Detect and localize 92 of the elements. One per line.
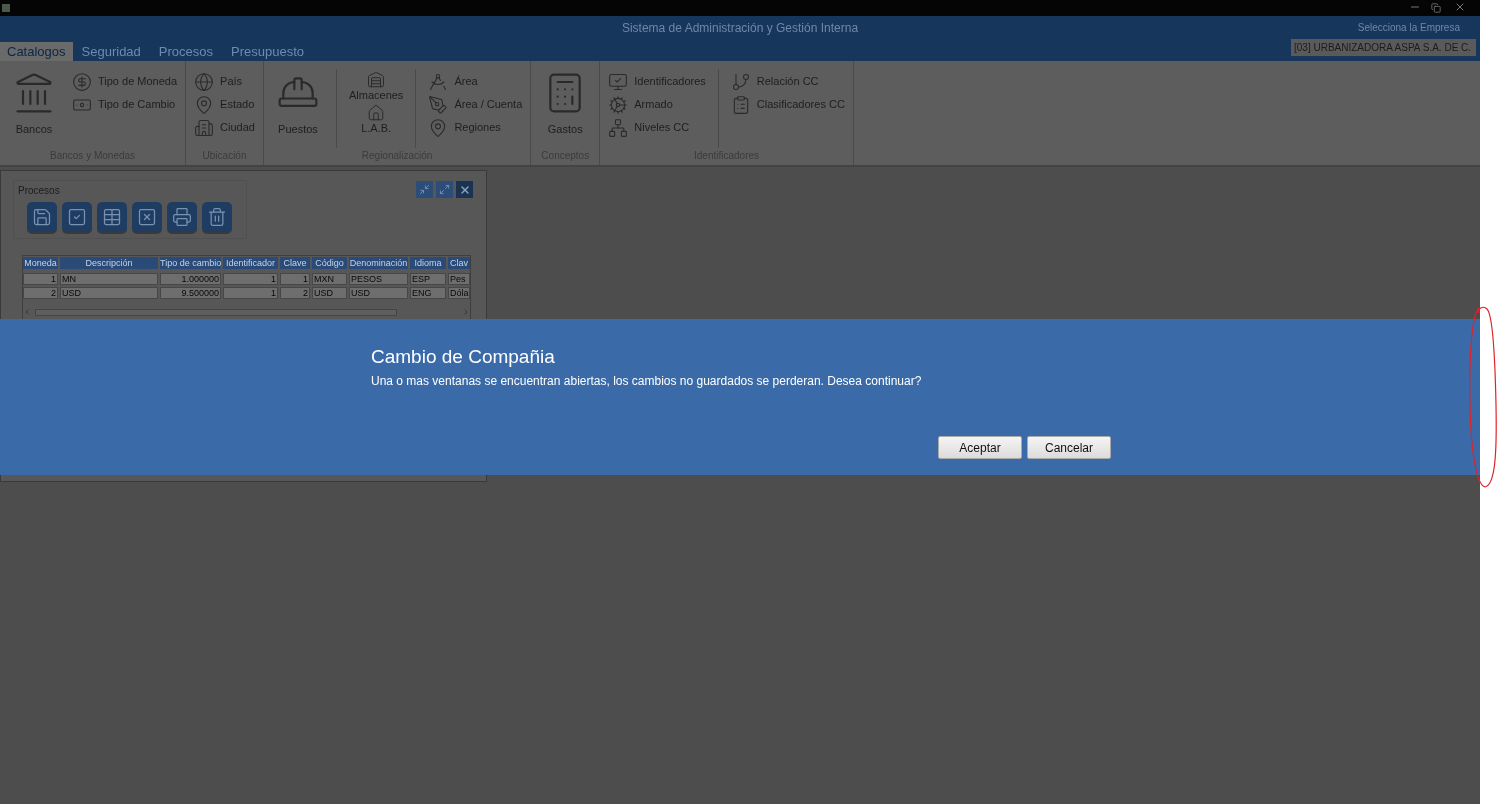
close-icon[interactable] bbox=[1454, 1, 1466, 13]
shrink-button[interactable] bbox=[416, 181, 433, 198]
ribbon-button[interactable]: Niveles CC bbox=[608, 117, 706, 138]
column-header[interactable]: Idioma bbox=[410, 257, 446, 269]
ribbon-button[interactable]: Tipo de Moneda bbox=[72, 71, 178, 92]
table-cell: 2 bbox=[280, 287, 310, 299]
gear-icon bbox=[608, 94, 629, 115]
dialog-title: Cambio de Compañia bbox=[371, 345, 556, 369]
table-cell: Pes bbox=[448, 273, 470, 285]
ribbon-button[interactable]: Almacenes bbox=[348, 71, 404, 102]
table-cell: 1 bbox=[23, 273, 58, 285]
ribbon-button[interactable]: Bancos bbox=[8, 71, 60, 138]
ribbon-button[interactable]: Regiones bbox=[428, 117, 523, 138]
toolbar-button[interactable] bbox=[27, 202, 57, 232]
trash-icon bbox=[207, 207, 227, 227]
branch-icon bbox=[730, 71, 751, 92]
ribbon-button[interactable]: Gastos bbox=[539, 71, 592, 138]
close-window-icon bbox=[137, 207, 157, 227]
column-header[interactable]: Identificador bbox=[223, 257, 278, 269]
ribbon-button[interactable]: Identificadores bbox=[608, 71, 706, 92]
company-select[interactable]: [03] URBANIZADORA ASPA S.A. DE C. bbox=[1291, 39, 1476, 56]
dialog-message: Una o mas ventanas se encuentran abiertas, los cambios no guardados se perderan. Desea continuar? bbox=[371, 373, 923, 390]
toolbar-button[interactable] bbox=[97, 202, 127, 232]
close-icon bbox=[458, 183, 471, 196]
app-title: Sistema de Administración y Gestión Interna bbox=[621, 19, 859, 37]
ribbon-button[interactable]: País bbox=[194, 71, 255, 92]
table-cell: 1.000000 bbox=[160, 273, 221, 285]
scroll-right-icon[interactable] bbox=[462, 308, 470, 316]
shrink-icon bbox=[419, 184, 430, 195]
table-cell: MXN bbox=[312, 273, 347, 285]
table-cell: Dóla bbox=[448, 287, 470, 299]
dialog-button[interactable]: Cancelar bbox=[1027, 436, 1111, 459]
building-icon bbox=[194, 117, 215, 138]
ribbon-tab[interactable]: Seguridad bbox=[72, 42, 150, 61]
toolbar-button[interactable] bbox=[62, 202, 92, 232]
printer-icon bbox=[172, 207, 192, 227]
ribbon-button[interactable]: Área bbox=[428, 71, 523, 92]
toolbar-button[interactable] bbox=[167, 202, 197, 232]
ribbon-button[interactable]: Ciudad bbox=[194, 117, 255, 138]
restore-icon[interactable] bbox=[1431, 3, 1441, 13]
hierarchy-icon bbox=[608, 117, 629, 138]
house-icon bbox=[367, 104, 386, 122]
toolbar-label: Procesos bbox=[18, 184, 61, 198]
table-icon bbox=[102, 207, 122, 227]
table-cell: USD bbox=[349, 287, 408, 299]
ribbon-button[interactable]: Estado bbox=[194, 94, 255, 115]
column-header[interactable]: Denominación bbox=[349, 257, 408, 269]
globe-icon bbox=[194, 71, 215, 92]
column-header[interactable]: Moneda bbox=[23, 257, 58, 269]
table-cell: USD bbox=[60, 287, 158, 299]
table-cell: PESOS bbox=[349, 273, 408, 285]
save-icon bbox=[32, 207, 52, 227]
table-cell: ESP bbox=[410, 273, 446, 285]
ribbon-button[interactable]: Área / Cuenta bbox=[428, 94, 523, 115]
ribbon-button[interactable]: Armado bbox=[608, 94, 706, 115]
column-header[interactable]: Código bbox=[312, 257, 347, 269]
company-label: Selecciona la Empresa bbox=[1357, 21, 1460, 35]
monitor-check-icon bbox=[608, 71, 629, 92]
expand-icon bbox=[439, 184, 450, 195]
scrollbar-thumb[interactable] bbox=[35, 308, 397, 316]
column-header[interactable]: Clav bbox=[448, 257, 470, 269]
toolbar-button[interactable] bbox=[202, 202, 232, 232]
ribbon-button[interactable]: Relación CC bbox=[730, 71, 845, 92]
ribbon-tab[interactable]: Catalogos bbox=[0, 42, 73, 61]
table-cell: 1 bbox=[223, 273, 278, 285]
table-cell: 2 bbox=[23, 287, 58, 299]
compass-icon bbox=[428, 71, 449, 92]
scroll-left-icon[interactable] bbox=[23, 308, 31, 316]
column-header[interactable]: Descripción bbox=[60, 257, 158, 269]
table-cell: 1 bbox=[280, 273, 310, 285]
close-button[interactable] bbox=[456, 181, 473, 198]
warehouse-icon bbox=[367, 71, 386, 89]
table-cell: MN bbox=[60, 273, 158, 285]
dollar-icon bbox=[72, 71, 92, 92]
ribbon-button[interactable]: Clasificadores CC bbox=[730, 94, 845, 115]
expand-button[interactable] bbox=[436, 181, 453, 198]
table-cell: ENG bbox=[410, 287, 446, 299]
column-header[interactable]: Clave bbox=[280, 257, 310, 269]
ribbon-button[interactable]: L.A.B. bbox=[348, 104, 404, 135]
table-cell: 9.500000 bbox=[160, 287, 221, 299]
ribbon-tab[interactable]: Presupuesto bbox=[222, 42, 314, 61]
table-cell: 1 bbox=[223, 287, 278, 299]
column-header[interactable]: Tipo de cambio bbox=[160, 257, 221, 269]
checkbox-icon bbox=[67, 207, 87, 227]
toolbar-button[interactable] bbox=[132, 202, 162, 232]
table-cell: USD bbox=[312, 287, 347, 299]
ribbon-button[interactable]: Tipo de Cambio bbox=[72, 94, 178, 115]
ribbon-tab[interactable]: Procesos bbox=[149, 42, 223, 61]
ribbon-button[interactable]: Puestos bbox=[271, 71, 324, 138]
dialog-button[interactable]: Aceptar bbox=[938, 436, 1022, 459]
pen-icon bbox=[428, 94, 449, 115]
app-icon bbox=[2, 4, 10, 12]
